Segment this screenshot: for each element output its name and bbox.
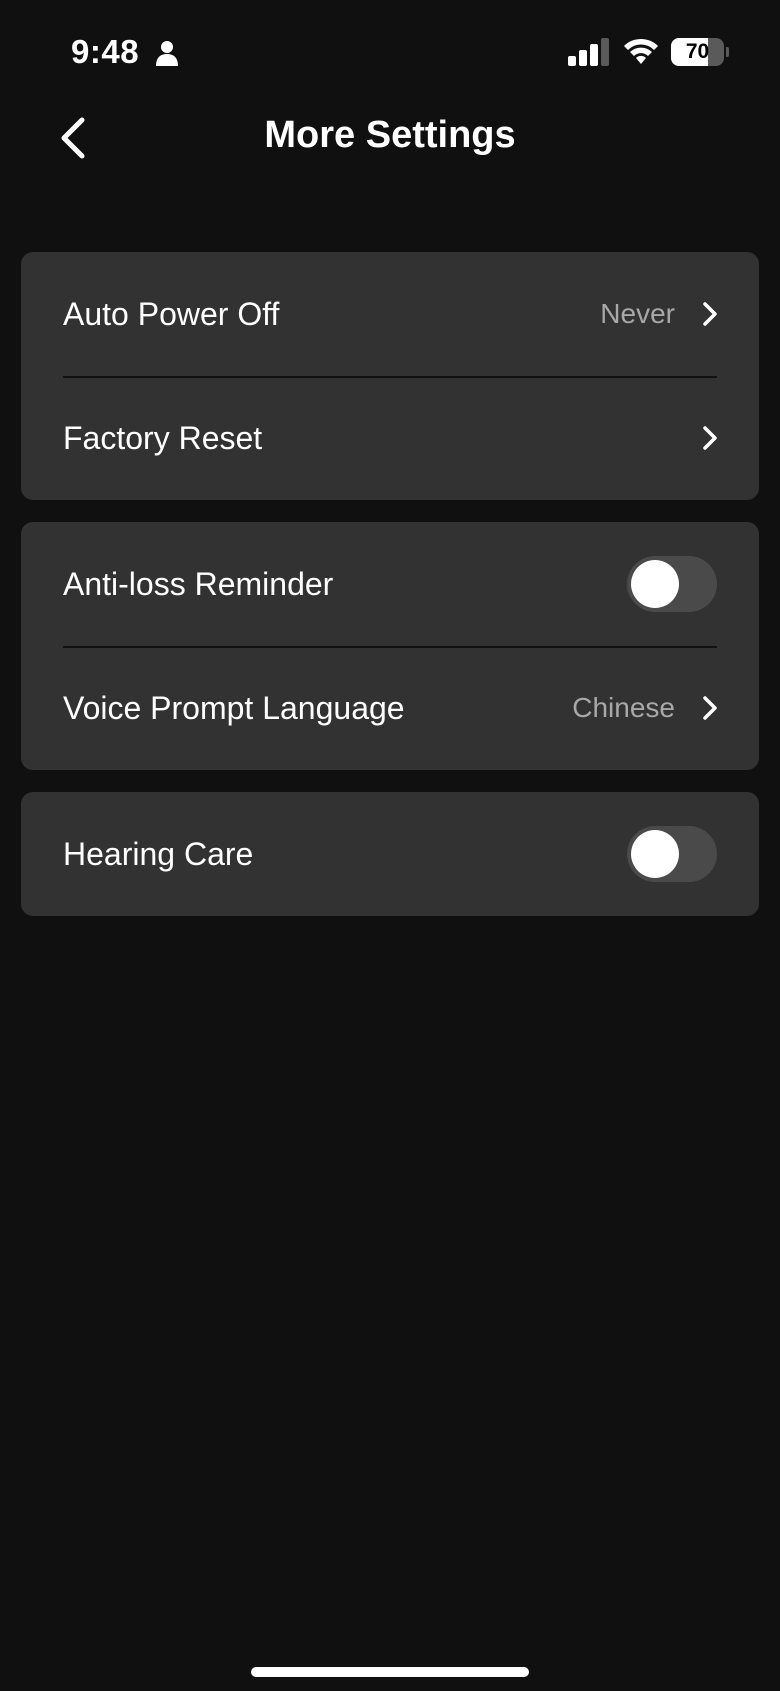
wifi-icon — [624, 38, 658, 64]
voice-prompt-language-label: Voice Prompt Language — [63, 690, 405, 726]
voice-prompt-language-row[interactable]: Voice Prompt Language Chinese — [21, 646, 759, 770]
auto-power-off-row[interactable]: Auto Power Off Never — [21, 252, 759, 376]
settings-group-1: Auto Power Off Never Factory Reset — [21, 252, 759, 500]
chevron-right-icon — [703, 426, 717, 450]
chevron-right-icon — [703, 302, 717, 326]
anti-loss-reminder-label: Anti-loss Reminder — [63, 566, 334, 602]
hearing-care-toggle[interactable] — [627, 826, 717, 882]
toggle-knob — [631, 560, 679, 608]
anti-loss-reminder-toggle[interactable] — [627, 556, 717, 612]
signal-icon — [568, 38, 609, 66]
home-indicator[interactable] — [251, 1667, 529, 1677]
factory-reset-row[interactable]: Factory Reset — [21, 376, 759, 500]
hearing-care-label: Hearing Care — [63, 836, 254, 872]
status-time: 9:48 — [71, 33, 140, 70]
anti-loss-reminder-row: Anti-loss Reminder — [21, 522, 759, 646]
status-bar: 9:48 70 — [0, 0, 780, 100]
page-title: More Settings — [264, 114, 516, 156]
hearing-care-row: Hearing Care — [21, 792, 759, 916]
auto-power-off-value: Never — [600, 298, 675, 329]
person-icon — [156, 41, 178, 66]
toggle-knob — [631, 830, 679, 878]
battery-icon: 70 — [671, 38, 729, 66]
settings-group-2: Anti-loss Reminder Voice Prompt Language… — [21, 522, 759, 770]
settings-group-3: Hearing Care — [21, 792, 759, 916]
voice-prompt-language-value: Chinese — [572, 692, 675, 723]
chevron-right-icon — [703, 696, 717, 720]
auto-power-off-label: Auto Power Off — [63, 296, 280, 332]
factory-reset-label: Factory Reset — [63, 420, 263, 456]
battery-percent: 70 — [685, 40, 710, 63]
